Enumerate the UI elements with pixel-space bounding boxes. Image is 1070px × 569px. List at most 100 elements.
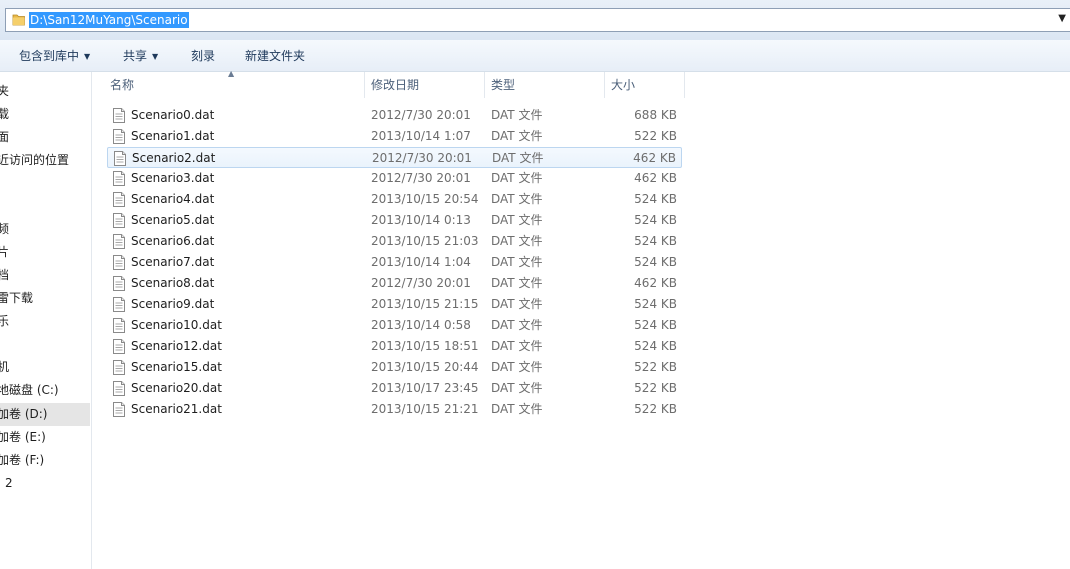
nav-item-desktop[interactable]: 面 bbox=[0, 128, 9, 146]
file-date: 2013/10/15 21:03 bbox=[371, 234, 479, 248]
file-date: 2013/10/15 21:21 bbox=[371, 402, 479, 416]
file-size: 524 KB bbox=[634, 297, 677, 311]
column-header-date-label: 修改日期 bbox=[371, 78, 420, 92]
file-date: 2012/7/30 20:01 bbox=[372, 151, 472, 165]
file-size: 524 KB bbox=[634, 255, 677, 269]
file-type: DAT 文件 bbox=[491, 213, 543, 227]
dat-file-icon bbox=[113, 213, 125, 228]
column-header-name[interactable]: 名称 bbox=[103, 72, 365, 98]
file-row[interactable]: Scenario8.dat 2012/7/30 20:01 DAT 文件 462 KB bbox=[107, 273, 682, 294]
file-row[interactable]: Scenario6.dat 2013/10/15 21:03 DAT 文件 524 K… bbox=[107, 231, 682, 252]
file-row[interactable]: Scenario0.dat 2012/7/30 20:01 DAT 文件 688 KB bbox=[107, 105, 682, 126]
file-date: 2013/10/15 20:54 bbox=[371, 192, 479, 206]
file-row[interactable]: Scenario5.dat 2013/10/14 0:13 DAT 文件 524 KB bbox=[107, 210, 682, 231]
nav-item-music[interactable]: 乐 bbox=[0, 312, 9, 330]
file-date: 2013/10/15 21:15 bbox=[371, 297, 479, 311]
file-date: 2013/10/14 1:07 bbox=[371, 129, 471, 143]
file-date: 2012/7/30 20:01 bbox=[371, 108, 471, 122]
file-size: 462 KB bbox=[634, 276, 677, 290]
file-size: 688 KB bbox=[634, 108, 677, 122]
dat-file-icon bbox=[113, 192, 125, 207]
file-type: DAT 文件 bbox=[491, 381, 543, 395]
file-type: DAT 文件 bbox=[491, 297, 543, 311]
file-row[interactable]: Scenario3.dat 2012/7/30 20:01 DAT 文件 462 KB bbox=[107, 168, 682, 189]
new-folder-label: 新建文件夹 bbox=[245, 49, 306, 63]
file-row[interactable]: Scenario10.dat 2013/10/14 0:58 DAT 文件 524 K… bbox=[107, 315, 682, 336]
file-date: 2013/10/14 0:13 bbox=[371, 213, 471, 227]
new-folder-button[interactable]: 新建文件夹 bbox=[245, 48, 305, 64]
nav-item-recent[interactable]: 近访问的位置 bbox=[0, 151, 69, 169]
dat-file-icon bbox=[113, 297, 125, 312]
file-name: Scenario7.dat bbox=[131, 255, 215, 269]
file-row[interactable]: Scenario12.dat 2013/10/15 18:51 DAT 文件 524 … bbox=[107, 336, 682, 357]
nav-item-favorites[interactable]: 夹 bbox=[0, 82, 9, 100]
nav-item-drive-f[interactable]: 加卷 (F:) bbox=[0, 451, 44, 469]
file-size: 524 KB bbox=[634, 213, 677, 227]
nav-item-network[interactable]: 2 bbox=[5, 474, 13, 492]
column-header-type-label: 类型 bbox=[491, 78, 516, 92]
share-button[interactable]: 共享 ▼ bbox=[123, 48, 158, 64]
dat-file-icon bbox=[113, 402, 125, 417]
file-row[interactable]: Scenario21.dat 2013/10/15 21:21 DAT 文件 522 … bbox=[107, 399, 682, 420]
file-type: DAT 文件 bbox=[491, 255, 543, 269]
file-type: DAT 文件 bbox=[491, 234, 543, 248]
address-path[interactable]: D:\San12MuYang\Scenario bbox=[29, 12, 189, 28]
file-date: 2013/10/15 20:44 bbox=[371, 360, 479, 374]
file-type: DAT 文件 bbox=[491, 360, 543, 374]
dat-file-icon bbox=[113, 234, 125, 249]
file-size: 524 KB bbox=[634, 339, 677, 353]
file-row[interactable]: Scenario2.dat 2012/7/30 20:01 DAT 文件 462 KB bbox=[107, 147, 682, 168]
file-name: Scenario21.dat bbox=[131, 402, 222, 416]
column-header-size[interactable]: 大小 bbox=[605, 72, 685, 98]
file-date: 2013/10/14 1:04 bbox=[371, 255, 471, 269]
file-row[interactable]: Scenario9.dat 2013/10/15 21:15 DAT 文件 524 K… bbox=[107, 294, 682, 315]
address-bar-area: D:\San12MuYang\Scenario ▼ bbox=[0, 0, 1070, 40]
file-type: DAT 文件 bbox=[491, 402, 543, 416]
file-type: DAT 文件 bbox=[491, 171, 543, 185]
file-row[interactable]: Scenario15.dat 2013/10/15 20:44 DAT 文件 522 … bbox=[107, 357, 682, 378]
file-row[interactable]: Scenario4.dat 2013/10/15 20:54 DAT 文件 524 K… bbox=[107, 189, 682, 210]
include-in-library-label: 包含到库中 bbox=[19, 49, 80, 63]
column-header-size-label: 大小 bbox=[611, 78, 636, 92]
nav-item-drive-e[interactable]: 加卷 (E:) bbox=[0, 428, 46, 446]
burn-button[interactable]: 刻录 bbox=[191, 48, 215, 64]
chevron-down-icon[interactable]: ▼ bbox=[1058, 13, 1066, 24]
file-size: 462 KB bbox=[633, 151, 676, 165]
file-row[interactable]: Scenario7.dat 2013/10/14 1:04 DAT 文件 524 KB bbox=[107, 252, 682, 273]
file-type: DAT 文件 bbox=[492, 151, 544, 165]
navigation-pane[interactable]: 夹 载 面 近访问的位置 频 片 档 雷下载 乐 机 地磁盘 (C:) 加卷 (… bbox=[0, 72, 92, 569]
file-size: 462 KB bbox=[634, 171, 677, 185]
file-size: 522 KB bbox=[634, 402, 677, 416]
file-size: 524 KB bbox=[634, 192, 677, 206]
nav-item-pictures[interactable]: 片 bbox=[0, 243, 9, 261]
column-header-type[interactable]: 类型 bbox=[485, 72, 605, 98]
address-bar[interactable]: D:\San12MuYang\Scenario ▼ bbox=[5, 8, 1070, 32]
dat-file-icon bbox=[113, 171, 125, 186]
file-name: Scenario5.dat bbox=[131, 213, 215, 227]
nav-item-drive-d[interactable]: 加卷 (D:) bbox=[0, 403, 90, 426]
dat-file-icon bbox=[113, 276, 125, 291]
nav-item-videos[interactable]: 频 bbox=[0, 220, 9, 238]
file-date: 2012/7/30 20:01 bbox=[371, 276, 471, 290]
file-row[interactable]: Scenario1.dat 2013/10/14 1:07 DAT 文件 522 KB bbox=[107, 126, 682, 147]
file-name: Scenario3.dat bbox=[131, 171, 215, 185]
dat-file-icon bbox=[114, 151, 126, 166]
file-row[interactable]: Scenario20.dat 2013/10/17 23:45 DAT 文件 522 … bbox=[107, 378, 682, 399]
folder-icon bbox=[12, 14, 25, 26]
burn-label: 刻录 bbox=[191, 49, 216, 63]
dat-file-icon bbox=[113, 129, 125, 144]
nav-item-computer[interactable]: 机 bbox=[0, 358, 9, 376]
file-date: 2012/7/30 20:01 bbox=[371, 171, 471, 185]
file-name: Scenario9.dat bbox=[131, 297, 215, 311]
file-name: Scenario8.dat bbox=[131, 276, 215, 290]
column-header-date[interactable]: 修改日期 bbox=[365, 72, 485, 98]
file-size: 522 KB bbox=[634, 129, 677, 143]
nav-item-drive-c[interactable]: 地磁盘 (C:) bbox=[0, 381, 59, 399]
nav-item-downloads[interactable]: 载 bbox=[0, 105, 9, 123]
file-name: Scenario6.dat bbox=[131, 234, 215, 248]
chevron-down-icon: ▼ bbox=[152, 52, 159, 61]
nav-item-xunlei-downloads[interactable]: 雷下载 bbox=[0, 289, 33, 307]
include-in-library-button[interactable]: 包含到库中 ▼ bbox=[19, 48, 90, 64]
nav-item-documents[interactable]: 档 bbox=[0, 266, 9, 284]
file-name: Scenario1.dat bbox=[131, 129, 215, 143]
